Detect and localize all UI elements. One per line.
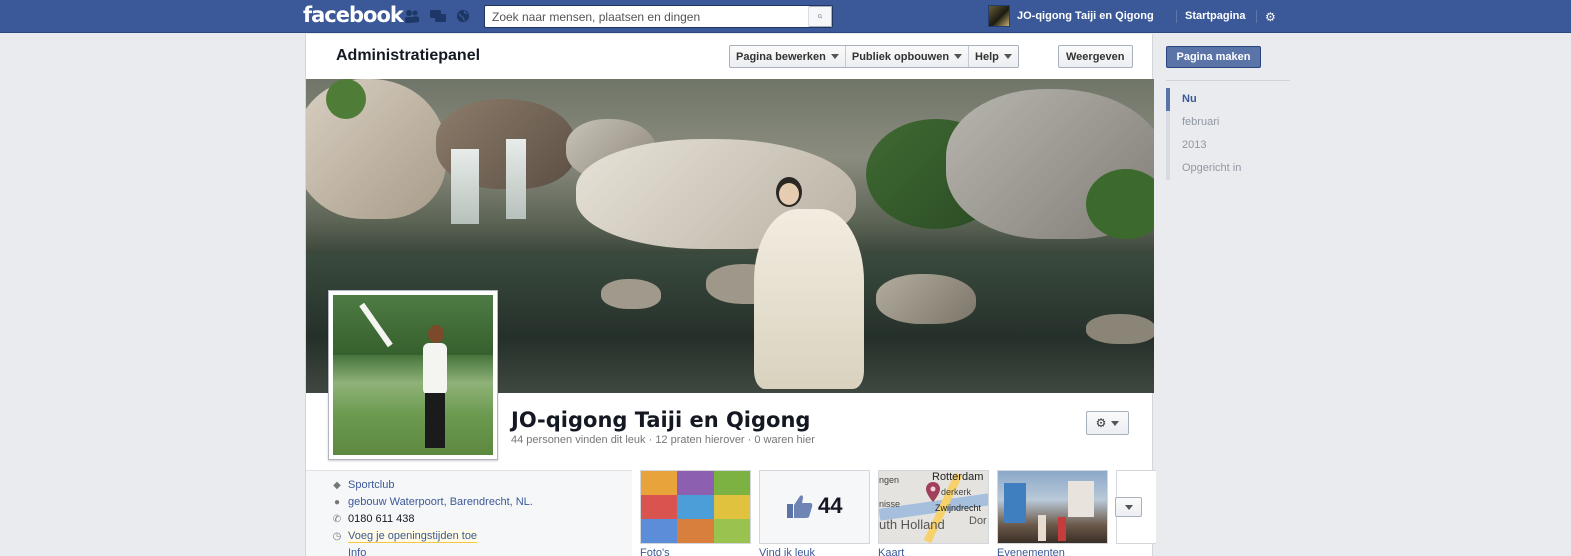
friend-requests-icon[interactable] bbox=[404, 9, 420, 23]
address-row: ● gebouw Waterpoort, Barendrecht, NL. bbox=[332, 496, 533, 508]
create-page-button[interactable]: Pagina maken bbox=[1166, 46, 1261, 68]
chevron-down-icon bbox=[1003, 54, 1012, 59]
messages-icon[interactable] bbox=[430, 9, 446, 23]
timeline-item-2013[interactable]: 2013 bbox=[1166, 134, 1290, 157]
more-tiles-button[interactable] bbox=[1115, 497, 1142, 517]
user-profile-link[interactable]: JO-qigong Taiji en Qigong bbox=[988, 5, 1154, 27]
timeline-item-founded[interactable]: Opgericht in bbox=[1166, 157, 1290, 180]
category-link[interactable]: Sportclub bbox=[348, 479, 394, 491]
chevron-down-icon bbox=[830, 54, 839, 59]
help-label: Help bbox=[975, 50, 999, 63]
timeline-item-now[interactable]: Nu bbox=[1166, 88, 1290, 111]
address-link[interactable]: gebouw Waterpoort, Barendrecht, NL. bbox=[348, 496, 533, 508]
user-name: JO-qigong Taiji en Qigong bbox=[1017, 10, 1154, 22]
clock-icon: ◷ bbox=[332, 531, 342, 542]
info-link[interactable]: Info bbox=[348, 547, 366, 556]
phone-row: ✆ 0180 611 438 bbox=[332, 513, 415, 525]
admin-button-group: Pagina bewerken Publiek opbouwen Help bbox=[729, 45, 1019, 68]
top-navigation-bar: facebook JO-qigong Taiji en Qigong Start… bbox=[0, 0, 1571, 33]
events-label[interactable]: Evenementen bbox=[997, 547, 1065, 556]
thumbs-up-icon bbox=[787, 495, 813, 518]
search-button[interactable] bbox=[808, 6, 832, 27]
page-info-box: ◆ Sportclub ● gebouw Waterpoort, Barendr… bbox=[306, 470, 632, 556]
nav-divider bbox=[1176, 10, 1177, 23]
hours-row: ◷ Voeg je openingstijden toe bbox=[332, 530, 478, 543]
build-audience-label: Publiek opbouwen bbox=[851, 50, 950, 63]
page-name: JO-qigong Taiji en Qigong bbox=[511, 408, 811, 432]
timeline-item-february[interactable]: februari bbox=[1166, 111, 1290, 134]
likes-label[interactable]: Vind ik leuk bbox=[759, 547, 815, 556]
location-pin-icon: ● bbox=[333, 496, 341, 508]
help-button[interactable]: Help bbox=[969, 46, 1018, 67]
photos-tile[interactable] bbox=[640, 470, 751, 544]
phone-number: 0180 611 438 bbox=[348, 513, 415, 525]
timeline-nav: Nu februari 2013 Opgericht in bbox=[1166, 88, 1290, 180]
map-label: uth Holland bbox=[879, 517, 945, 532]
profile-photo bbox=[333, 295, 493, 455]
edit-page-label: Pagina bewerken bbox=[736, 50, 826, 63]
notifications-globe-icon[interactable] bbox=[455, 9, 471, 23]
map-label: Zwijndrecht bbox=[935, 503, 982, 513]
search-icon bbox=[817, 14, 823, 19]
photos-label[interactable]: Foto's bbox=[640, 547, 670, 556]
search-bar bbox=[484, 5, 833, 28]
info-link-row: Info bbox=[348, 547, 366, 556]
facebook-logo[interactable]: facebook bbox=[303, 3, 404, 27]
category-row: ◆ Sportclub bbox=[332, 479, 394, 491]
likes-count: 44 bbox=[818, 493, 843, 518]
map-label: derkerk bbox=[941, 487, 972, 497]
build-audience-button[interactable]: Publiek opbouwen bbox=[846, 46, 970, 67]
map-label-link[interactable]: Kaart bbox=[878, 547, 904, 556]
chevron-down-icon bbox=[954, 54, 963, 59]
add-hours-link[interactable]: Voeg je openingstijden toe bbox=[348, 530, 478, 543]
map-tile[interactable]: Rotterdam ngen nisse derkerk Zwijndrecht… bbox=[878, 470, 989, 544]
search-input[interactable] bbox=[485, 6, 809, 27]
view-button[interactable]: Weergeven bbox=[1058, 45, 1133, 68]
map-label: ngen bbox=[879, 475, 900, 485]
gear-icon: ⚙ bbox=[1095, 416, 1107, 430]
admin-panel-title: Administratiepanel bbox=[336, 47, 481, 64]
page-actions-button[interactable]: ⚙ bbox=[1086, 411, 1129, 435]
sidebar-divider bbox=[1166, 80, 1290, 81]
map-label: nisse bbox=[879, 499, 901, 509]
home-link[interactable]: Startpagina bbox=[1185, 10, 1246, 22]
tag-icon: ◆ bbox=[333, 479, 341, 491]
likes-tile[interactable]: 44 bbox=[759, 470, 870, 544]
nav-divider bbox=[1256, 10, 1257, 23]
phone-icon: ✆ bbox=[332, 513, 342, 525]
page-stats: 44 personen vinden dit leuk · 12 praten … bbox=[511, 434, 815, 446]
edit-page-button[interactable]: Pagina bewerken bbox=[730, 46, 846, 67]
user-avatar bbox=[988, 5, 1010, 27]
map-pin-icon bbox=[926, 482, 940, 502]
events-tile[interactable] bbox=[997, 470, 1108, 544]
chevron-down-icon bbox=[1111, 420, 1120, 426]
page-main-column: Administratiepanel Pagina bewerken Publi… bbox=[305, 34, 1156, 556]
map-label: Dor bbox=[969, 515, 987, 527]
chevron-down-icon bbox=[1124, 504, 1133, 510]
settings-gear-icon[interactable]: ⚙ bbox=[1265, 10, 1276, 24]
profile-picture[interactable] bbox=[328, 290, 498, 460]
